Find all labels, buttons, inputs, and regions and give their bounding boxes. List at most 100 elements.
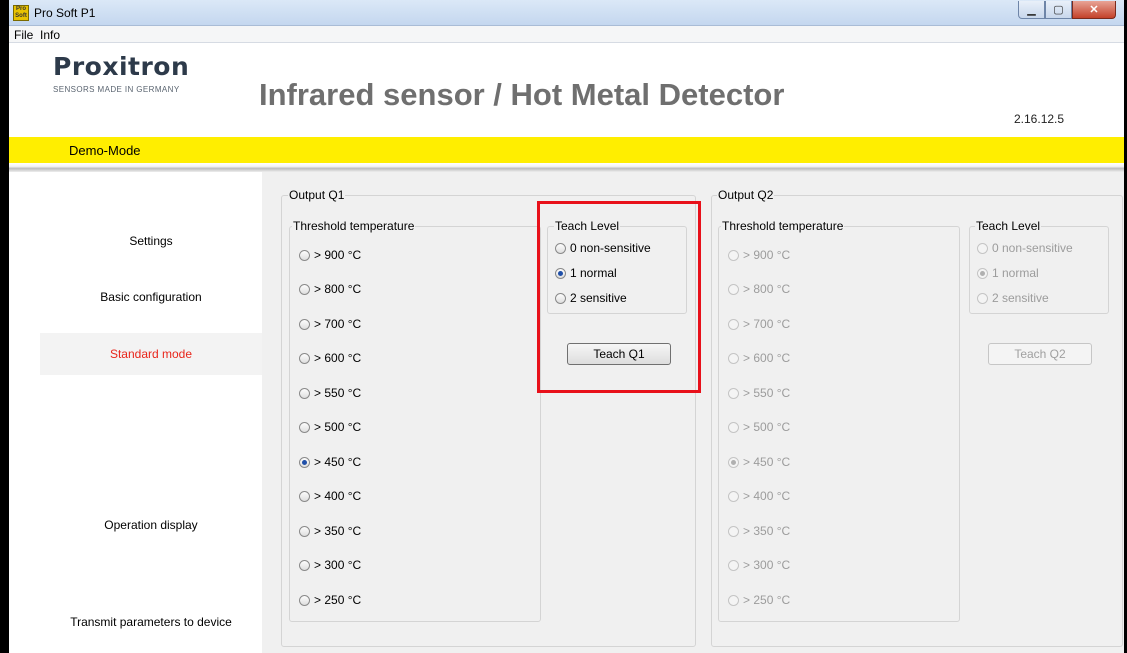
- radio-icon: [728, 387, 739, 399]
- q2-threshold-300[interactable]: > 300 °C: [728, 558, 790, 572]
- close-button[interactable]: ✕: [1072, 1, 1116, 19]
- q2-threshold-600[interactable]: > 600 °C: [728, 351, 790, 365]
- radio-icon: [299, 387, 310, 399]
- q1-threshold-600[interactable]: > 600 °C: [299, 351, 361, 365]
- menu-info[interactable]: Info: [40, 28, 60, 42]
- app-window: Pro Soft Pro Soft P1 ▁ ▢ ✕ File Info Pro…: [9, 0, 1124, 653]
- q2-threshold-450[interactable]: > 450 °C: [728, 455, 790, 469]
- q2-threshold-700[interactable]: > 700 °C: [728, 317, 790, 331]
- company-logo: Proxitron: [53, 52, 190, 81]
- radio-label: 1 normal: [992, 266, 1039, 280]
- minimize-button[interactable]: ▁: [1018, 1, 1045, 19]
- page-title: Infrared sensor / Hot Metal Detector: [259, 77, 785, 112]
- q1-threshold-350[interactable]: > 350 °C: [299, 524, 361, 538]
- output-q2-title: Output Q2: [717, 188, 775, 202]
- radio-label: > 400 °C: [314, 489, 362, 503]
- q1-threshold-250[interactable]: > 250 °C: [299, 593, 361, 607]
- screen-border-left: [0, 0, 9, 653]
- main-panel: Output Q1 Threshold temperature > 900 °C…: [262, 172, 1124, 653]
- radio-label: > 900 °C: [743, 248, 791, 262]
- teach-q2-button[interactable]: Teach Q2: [988, 343, 1092, 365]
- radio-label: > 350 °C: [314, 524, 362, 538]
- radio-icon: [299, 559, 310, 571]
- header-separator: [9, 163, 1124, 172]
- radio-icon: [299, 525, 310, 537]
- radio-icon: [728, 318, 739, 330]
- logo-subtitle: SENSORS MADE IN GERMANY: [53, 85, 180, 94]
- radio-icon: [299, 318, 310, 330]
- q1-threshold-400[interactable]: > 400 °C: [299, 489, 361, 503]
- mode-bar: Demo-Mode: [9, 137, 1124, 163]
- radio-icon: [299, 283, 310, 295]
- radio-label: 0 non-sensitive: [992, 241, 1073, 255]
- q2-threshold-350[interactable]: > 350 °C: [728, 524, 790, 538]
- radio-selected-icon: [299, 456, 310, 468]
- radio-selected-icon: [977, 267, 988, 279]
- mode-label: Demo-Mode: [69, 143, 141, 158]
- q1-threshold-title: Threshold temperature: [292, 219, 416, 233]
- radio-label: > 900 °C: [314, 248, 362, 262]
- q1-threshold-700[interactable]: > 700 °C: [299, 317, 361, 331]
- radio-label: > 250 °C: [314, 593, 362, 607]
- q1-threshold-500[interactable]: > 500 °C: [299, 420, 361, 434]
- radio-label: > 300 °C: [743, 558, 791, 572]
- nav-item-transmit-parameters[interactable]: Transmit parameters to device: [40, 615, 262, 629]
- app-icon: Pro Soft: [13, 5, 29, 21]
- minimize-icon: ▁: [1027, 4, 1036, 16]
- radio-icon: [728, 421, 739, 433]
- radio-label: > 250 °C: [743, 593, 791, 607]
- radio-icon: [728, 283, 739, 295]
- radio-label: > 450 °C: [314, 455, 362, 469]
- nav-item-standard-mode[interactable]: Standard mode: [40, 333, 262, 375]
- q1-threshold-800[interactable]: > 800 °C: [299, 282, 361, 296]
- menu-file[interactable]: File: [14, 28, 33, 42]
- nav-item-operation-display[interactable]: Operation display: [40, 518, 262, 532]
- radio-label: > 350 °C: [743, 524, 791, 538]
- radio-icon: [299, 249, 310, 261]
- q2-threshold-title: Threshold temperature: [721, 219, 845, 233]
- radio-label: > 700 °C: [314, 317, 362, 331]
- radio-icon: [728, 594, 739, 606]
- radio-label: 2 sensitive: [992, 291, 1049, 305]
- maximize-button[interactable]: ▢: [1045, 1, 1072, 19]
- radio-label: > 300 °C: [314, 558, 362, 572]
- radio-icon: [977, 292, 988, 304]
- q1-threshold-450[interactable]: > 450 °C: [299, 455, 361, 469]
- radio-icon: [299, 490, 310, 502]
- radio-icon: [728, 352, 739, 364]
- q2-teach-level-0[interactable]: 0 non-sensitive: [977, 241, 1073, 255]
- q2-teach-level-1[interactable]: 1 normal: [977, 266, 1039, 280]
- q2-threshold-900[interactable]: > 900 °C: [728, 248, 790, 262]
- menu-bar: File Info: [9, 26, 1124, 43]
- radio-icon: [728, 559, 739, 571]
- q2-teach-level-2[interactable]: 2 sensitive: [977, 291, 1049, 305]
- highlight-box: [537, 201, 701, 393]
- content-area: Settings Basic configuration Standard mo…: [9, 172, 1124, 653]
- q2-threshold-550[interactable]: > 550 °C: [728, 386, 790, 400]
- window-title: Pro Soft P1: [34, 6, 96, 20]
- q1-threshold-550[interactable]: > 550 °C: [299, 386, 361, 400]
- maximize-icon: ▢: [1053, 4, 1064, 16]
- radio-icon: [728, 525, 739, 537]
- title-bar[interactable]: Pro Soft Pro Soft P1 ▁ ▢ ✕: [9, 0, 1124, 26]
- radio-icon: [299, 352, 310, 364]
- q1-threshold-300[interactable]: > 300 °C: [299, 558, 361, 572]
- nav-item-basic-configuration[interactable]: Basic configuration: [40, 290, 262, 304]
- q2-threshold-400[interactable]: > 400 °C: [728, 489, 790, 503]
- radio-label: > 550 °C: [314, 386, 362, 400]
- q2-threshold-250[interactable]: > 250 °C: [728, 593, 790, 607]
- radio-icon: [299, 594, 310, 606]
- radio-label: > 450 °C: [743, 455, 791, 469]
- radio-label: > 500 °C: [314, 420, 362, 434]
- radio-icon: [728, 249, 739, 261]
- radio-icon: [299, 421, 310, 433]
- nav-item-settings[interactable]: Settings: [40, 234, 262, 248]
- radio-icon: [728, 490, 739, 502]
- q2-teach-level-title: Teach Level: [975, 219, 1042, 233]
- q1-threshold-900[interactable]: > 900 °C: [299, 248, 361, 262]
- radio-label: > 550 °C: [743, 386, 791, 400]
- q2-threshold-500[interactable]: > 500 °C: [728, 420, 790, 434]
- radio-label: > 600 °C: [743, 351, 791, 365]
- radio-icon: [977, 242, 988, 254]
- q2-threshold-800[interactable]: > 800 °C: [728, 282, 790, 296]
